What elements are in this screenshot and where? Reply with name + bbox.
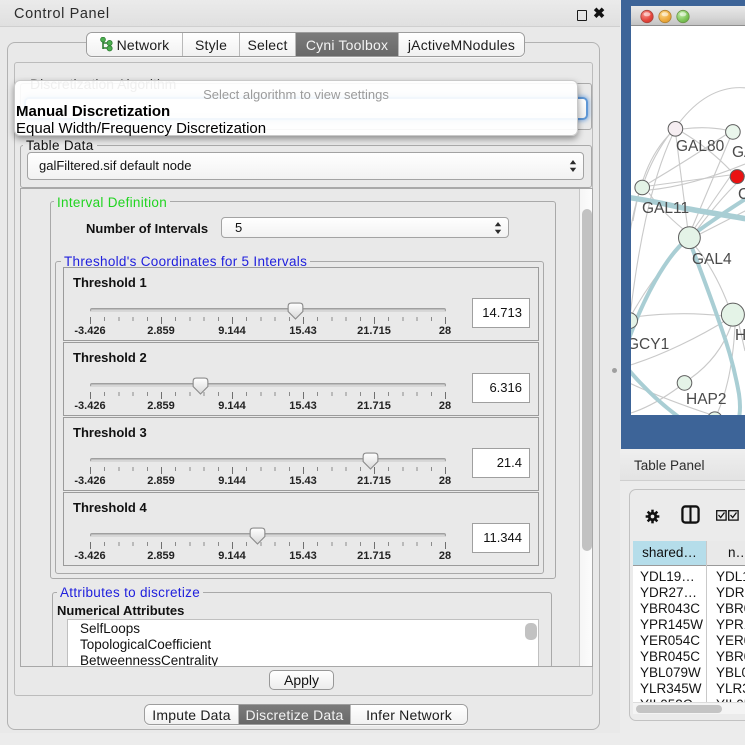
svg-text:GAL11: GAL11 [642, 200, 689, 217]
svg-text:C: C [738, 186, 745, 203]
svg-text:HAP2: HAP2 [686, 391, 727, 408]
svg-text:GCY1: GCY1 [631, 336, 669, 353]
svg-text:GAL80: GAL80 [676, 138, 725, 155]
svg-text:GAL4: GAL4 [692, 251, 732, 268]
svg-text:H: H [735, 327, 745, 344]
svg-text:GA: GA [732, 144, 745, 161]
